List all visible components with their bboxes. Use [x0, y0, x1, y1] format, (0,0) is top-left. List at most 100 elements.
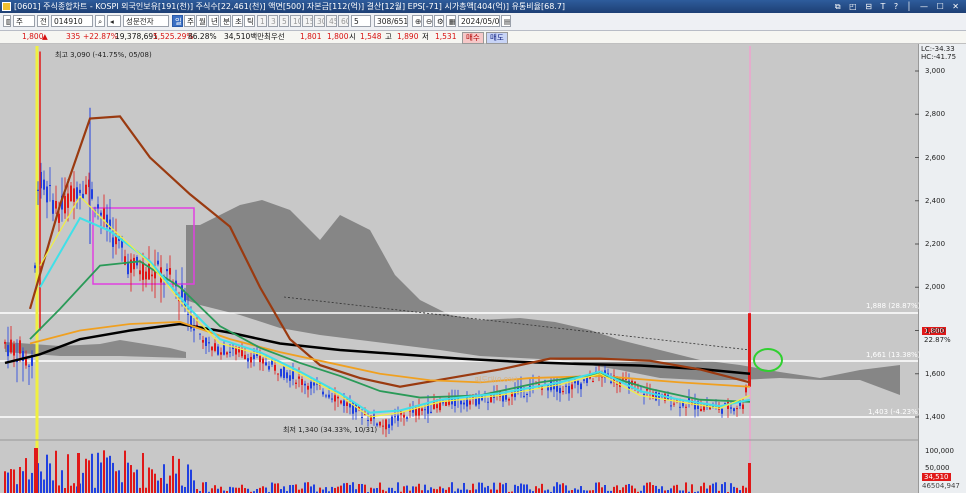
- volume-bar: [625, 484, 627, 493]
- interval-5[interactable]: 5: [279, 15, 289, 27]
- volume-bar: [649, 482, 651, 493]
- volume-bar: [481, 482, 483, 493]
- volume-spike: [77, 453, 80, 493]
- volume-bar: [109, 455, 111, 493]
- volume-bar: [553, 486, 555, 493]
- volume-bar: [259, 487, 261, 493]
- volume-bar: [232, 487, 234, 493]
- price-chart[interactable]: [0, 44, 966, 493]
- high-label: 고: [385, 32, 392, 41]
- volume-bar: [502, 484, 504, 493]
- market-mode-select[interactable]: 전: [37, 15, 49, 27]
- candle-body: [274, 364, 276, 371]
- tab-year[interactable]: 년: [208, 15, 219, 27]
- candle-body: [208, 342, 210, 344]
- candle-body: [37, 189, 39, 191]
- window-controls[interactable]: ⧉ ◰ ⊟ T ? │ — ☐ ✕: [835, 0, 962, 13]
- volume-bar: [337, 486, 339, 493]
- price-axis-tick: 2,400: [925, 196, 946, 205]
- candle-body: [388, 424, 390, 428]
- settings-icon[interactable]: ⚙: [434, 15, 444, 27]
- date-field[interactable]: 2024/05/07: [458, 15, 500, 27]
- interval-custom-select[interactable]: 5: [351, 15, 371, 27]
- volume-bar: [622, 487, 624, 493]
- tab-week[interactable]: 주: [184, 15, 195, 27]
- candle-body: [211, 346, 213, 351]
- candle-body: [220, 352, 222, 355]
- candle-body: [157, 260, 159, 265]
- price-axis-tick: 2,800: [925, 110, 946, 119]
- candle-body: [610, 381, 612, 384]
- interval-10[interactable]: 10: [290, 15, 301, 27]
- volume-bar: [403, 486, 405, 493]
- volume-bar: [211, 488, 213, 493]
- candle-body: [577, 380, 579, 385]
- candle-body: [268, 366, 270, 370]
- volume-bar: [160, 477, 162, 493]
- volume-bar: [484, 487, 486, 493]
- candle-body: [103, 208, 105, 220]
- candle-body: [205, 337, 207, 346]
- candle-body: [634, 381, 636, 384]
- stock-code-input[interactable]: 014910: [51, 15, 93, 27]
- tab-day[interactable]: 일: [172, 15, 183, 27]
- tools-icon[interactable]: ▦: [446, 15, 456, 27]
- calendar-icon[interactable]: ▤: [501, 15, 511, 27]
- volume-bar: [277, 483, 279, 493]
- volume-bar: [673, 485, 675, 493]
- toolbar-icon-a[interactable]: ▥: [3, 15, 11, 27]
- candle-body: [247, 358, 249, 362]
- candle-body: [571, 384, 573, 390]
- candle-body: [736, 408, 738, 410]
- tab-tick[interactable]: 틱: [244, 15, 255, 27]
- sell-button[interactable]: 매도: [486, 32, 508, 44]
- turnover-ratio: 86.28%: [188, 32, 217, 41]
- volume-bar: [340, 485, 342, 493]
- candle-body: [574, 381, 576, 384]
- candle-body: [292, 371, 294, 380]
- candle-body: [445, 401, 447, 406]
- interval-15[interactable]: 15: [302, 15, 313, 27]
- price-axis-tick: 1,600: [925, 369, 946, 378]
- volume-bar: [361, 483, 363, 493]
- volume-bar: [526, 484, 528, 493]
- candle-body: [166, 269, 168, 272]
- chart-type-select[interactable]: 주: [13, 15, 35, 27]
- tab-month[interactable]: 월: [196, 15, 207, 27]
- candle-body: [340, 400, 342, 404]
- search-icon[interactable]: ⌕: [95, 15, 105, 27]
- interval-3[interactable]: 3: [268, 15, 278, 27]
- volume-bar: [406, 485, 408, 493]
- code-prev-icon[interactable]: ◂: [107, 15, 121, 27]
- window-title: [0601] 주식종합차트 - KOSPI 외국인보유[191(천)] 주식수[…: [14, 2, 566, 11]
- interval-1[interactable]: 1: [257, 15, 267, 27]
- zoom-icon[interactable]: ⊕: [412, 15, 422, 27]
- price-tag-pct: 22.87%: [924, 336, 951, 344]
- interval-60[interactable]: 60: [338, 15, 349, 27]
- candle-body: [70, 185, 72, 202]
- volume-bar: [565, 485, 567, 493]
- tab-minute[interactable]: 분: [220, 15, 231, 27]
- buy-button[interactable]: 매수: [462, 32, 484, 44]
- candle-body: [4, 341, 6, 344]
- zoom-out-icon[interactable]: ⊖: [423, 15, 433, 27]
- interval-30[interactable]: 30: [314, 15, 325, 27]
- candle-body: [526, 393, 528, 396]
- volume-bar: [58, 485, 60, 493]
- window-title-bar: [0601] 주식종합차트 - KOSPI 외국인보유[191(천)] 주식수[…: [0, 0, 966, 13]
- tab-second[interactable]: 초: [232, 15, 243, 27]
- volume-bar: [46, 454, 48, 493]
- volume-bar: [559, 484, 561, 493]
- candle-body: [58, 213, 60, 223]
- volume-bar: [343, 483, 345, 493]
- volume-bar: [235, 487, 237, 493]
- interval-45[interactable]: 45: [326, 15, 337, 27]
- volume-bar: [703, 482, 705, 493]
- volume-bar: [31, 472, 33, 493]
- candle-body: [289, 375, 291, 381]
- candle-body: [64, 196, 66, 214]
- volume-bar: [229, 486, 231, 493]
- candle-body: [73, 188, 75, 202]
- candle-body: [145, 271, 147, 280]
- candle-body: [13, 344, 15, 356]
